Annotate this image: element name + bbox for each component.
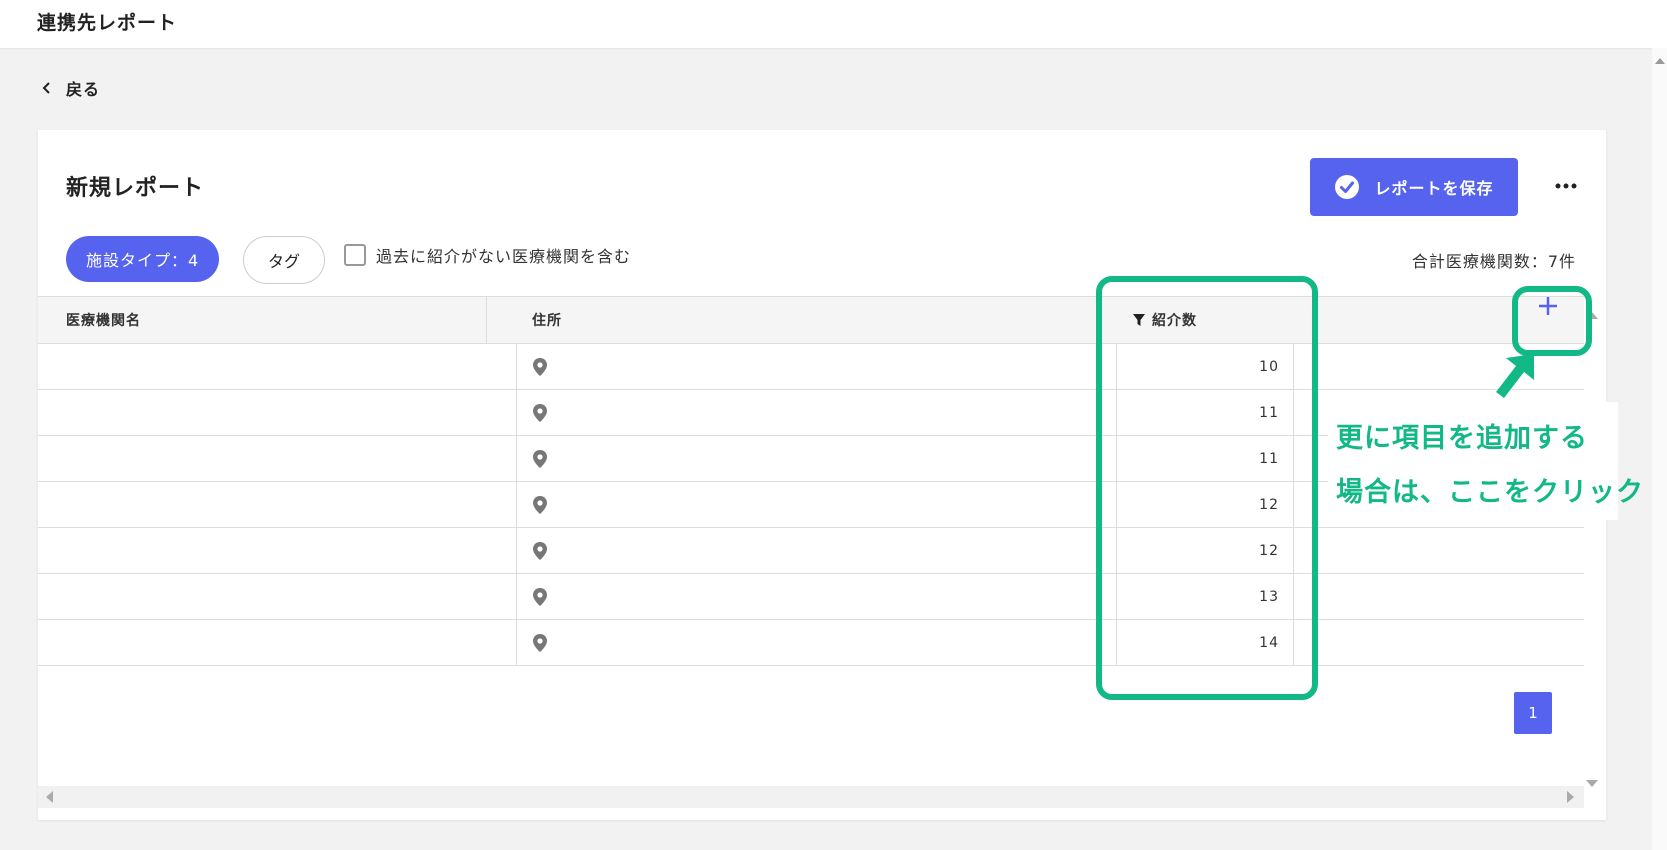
address-cell [516,620,1106,666]
horizontal-scrollbar[interactable] [38,786,1584,808]
more-menu-button[interactable] [1546,166,1586,206]
scroll-right-arrow[interactable] [1567,791,1574,803]
referral-count: 12 [1116,528,1294,574]
column-header-address[interactable]: 住所 [532,297,562,343]
include-no-referral-label: 過去に紹介がない医療機関を含む [376,247,632,266]
map-pin-icon [533,634,547,652]
referral-count: 13 [1116,574,1294,620]
map-pin-icon [533,450,547,468]
report-title: 新規レポート [66,176,205,201]
back-link[interactable]: 戻る [40,76,100,100]
address-cell [516,528,1106,574]
add-column-button[interactable] [1512,280,1584,332]
map-pin-icon [533,588,547,606]
address-cell [516,344,1106,390]
referrals-header-label: 紹介数 [1152,313,1197,329]
back-label: 戻る [66,80,101,99]
map-pin-icon [533,358,547,376]
facility-type-filter-chip[interactable]: 施設タイプ：4 [66,236,220,282]
save-report-label: レポートを保存 [1374,179,1494,198]
scroll-left-arrow[interactable] [46,791,53,803]
page-scroll-up-arrow[interactable] [1655,58,1665,64]
plus-icon [1539,297,1557,315]
include-no-referral-checkbox[interactable]: 過去に紹介がない医療機関を含む [344,243,631,267]
address-cell [516,574,1106,620]
table-header: 医療機関名 住所 紹介数 [38,296,1584,344]
tag-filter-chip[interactable]: タグ [243,236,326,284]
annotation-callout: 更に項目を追加する 場合は、ここをクリック [1328,402,1644,520]
referral-count: 10 [1116,344,1294,390]
checkbox-box[interactable] [344,244,366,266]
scroll-up-arrow[interactable] [1586,312,1598,319]
pagination-page-1[interactable]: 1 [1514,692,1552,734]
total-count: 合計医療機関数：7件 [1411,252,1576,271]
top-bar: 連携先レポート [0,0,1667,48]
referral-count: 14 [1116,620,1294,666]
address-cell [516,436,1106,482]
table-row: 13 [38,574,1584,620]
table-row: 12 [38,528,1584,574]
table-row: 10 [38,344,1584,390]
table-row: 14 [38,620,1584,666]
map-pin-icon [533,542,547,560]
save-report-button[interactable]: レポートを保存 [1310,158,1518,216]
check-circle-icon [1335,175,1360,199]
column-header-referrals[interactable]: 紹介数 [1132,297,1197,343]
referral-count: 11 [1116,390,1294,436]
more-horizontal-icon [1555,183,1577,189]
page-scrollbar[interactable] [1652,48,1667,850]
scroll-down-arrow[interactable] [1586,780,1598,787]
referral-count: 11 [1116,436,1294,482]
annotation-line-1: 更に項目を追加する [1336,423,1588,454]
column-header-name[interactable]: 医療機関名 [66,297,141,343]
chevron-left-icon [42,82,50,94]
filter-icon[interactable] [1132,313,1146,327]
map-pin-icon [533,404,547,422]
address-cell [516,482,1106,528]
app-title: 連携先レポート [37,12,178,34]
referral-count: 12 [1116,482,1294,528]
address-cell [516,390,1106,436]
annotation-line-2: 場合は、ここをクリック [1336,477,1644,508]
map-pin-icon [533,496,547,514]
column-divider [486,297,487,343]
